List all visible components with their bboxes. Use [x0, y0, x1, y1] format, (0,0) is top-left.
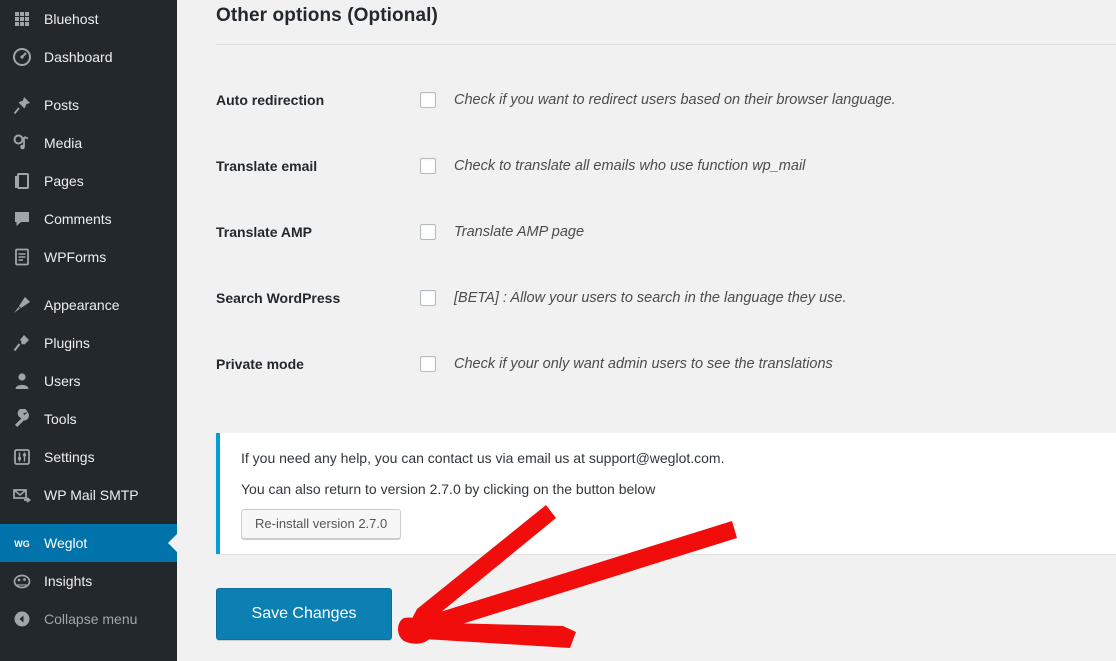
- page-title: Other options (Optional): [216, 5, 438, 26]
- option-row: Auto redirection Check if you want to red…: [177, 67, 1116, 133]
- option-label: Translate email: [216, 158, 318, 174]
- notice-line-1: If you need any help, you can contact us…: [241, 450, 725, 466]
- sliders-icon: [9, 444, 35, 470]
- main-content: Other options (Optional) Auto redirectio…: [177, 0, 1116, 661]
- option-control: Translate AMP page: [420, 224, 584, 240]
- option-control: [BETA] : Allow your users to search in t…: [420, 290, 847, 306]
- sidebar-item-wp-mail-smtp[interactable]: WP Mail SMTP: [0, 476, 177, 514]
- active-item-notch: [168, 533, 177, 553]
- sidebar-item-tools[interactable]: Tools: [0, 400, 177, 438]
- option-row: Translate email Check to translate all em…: [177, 133, 1116, 199]
- sidebar-item-collapse-menu[interactable]: Collapse menu: [0, 600, 177, 638]
- option-label: Private mode: [216, 356, 304, 372]
- sidebar-item-insights[interactable]: Insights: [0, 562, 177, 600]
- help-notice: If you need any help, you can contact us…: [216, 433, 1116, 554]
- mail-send-icon: [9, 482, 35, 508]
- media-icon: [9, 130, 35, 156]
- option-control: Check if you want to redirect users base…: [420, 92, 896, 108]
- sidebar-item-label: Pages: [44, 173, 84, 189]
- option-label: Translate AMP: [216, 224, 312, 240]
- sidebar-separator: [0, 76, 177, 86]
- sidebar-item-label: Appearance: [44, 297, 120, 313]
- svg-text:WG: WG: [14, 539, 30, 549]
- sidebar-item-label: Dashboard: [44, 49, 113, 65]
- pages-icon: [9, 168, 35, 194]
- sidebar-item-settings[interactable]: Settings: [0, 438, 177, 476]
- sidebar-item-posts[interactable]: Posts: [0, 86, 177, 124]
- sidebar-item-label: WPForms: [44, 249, 107, 265]
- wrench-icon: [9, 406, 35, 432]
- option-row: Translate AMP Translate AMP page: [177, 199, 1116, 265]
- grid-icon: [9, 6, 35, 32]
- wordpress-admin-screen: Bluehost Dashboard Posts Media Pages Comments…: [0, 0, 1116, 661]
- plug-icon: [9, 330, 35, 356]
- sidebar-item-comments[interactable]: Comments: [0, 200, 177, 238]
- options-list: Auto redirection Check if you want to red…: [177, 67, 1116, 397]
- user-icon: [9, 368, 35, 394]
- brush-icon: [9, 292, 35, 318]
- sidebar-item-label: Collapse menu: [44, 611, 138, 627]
- option-description: Check if your only want admin users to s…: [454, 356, 833, 372]
- insights-icon: [9, 568, 35, 594]
- option-description: [BETA] : Allow your users to search in t…: [454, 290, 847, 306]
- option-row: Private mode Check if your only want admi…: [177, 331, 1116, 397]
- sidebar-separator: [0, 276, 177, 286]
- option-control: Check to translate all emails who use fu…: [420, 158, 805, 174]
- sidebar-item-label: Weglot: [44, 535, 88, 551]
- option-label: Search WordPress: [216, 290, 341, 306]
- option-checkbox[interactable]: [420, 356, 436, 372]
- sidebar-item-plugins[interactable]: Plugins: [0, 324, 177, 362]
- option-description: Translate AMP page: [454, 224, 585, 240]
- sidebar-item-pages[interactable]: Pages: [0, 162, 177, 200]
- sidebar-separator: [0, 514, 177, 524]
- sidebar-item-label: WP Mail SMTP: [44, 487, 139, 503]
- option-checkbox[interactable]: [420, 290, 436, 306]
- sidebar-item-label: Plugins: [44, 335, 90, 351]
- option-description: Check to translate all emails who use fu…: [454, 158, 806, 174]
- pin-icon: [9, 92, 35, 118]
- sidebar-item-users[interactable]: Users: [0, 362, 177, 400]
- sidebar-item-dashboard[interactable]: Dashboard: [0, 38, 177, 76]
- save-changes-button[interactable]: Save Changes: [216, 588, 392, 640]
- sidebar-item-wpforms[interactable]: WPForms: [0, 238, 177, 276]
- sidebar-item-label: Users: [44, 373, 81, 389]
- sidebar-item-weglot[interactable]: WG Weglot: [0, 524, 177, 562]
- dashboard-icon: [9, 44, 35, 70]
- sidebar-item-bluehost[interactable]: Bluehost: [0, 0, 177, 38]
- sidebar-item-media[interactable]: Media: [0, 124, 177, 162]
- comments-icon: [9, 206, 35, 232]
- option-control: Check if your only want admin users to s…: [420, 356, 833, 372]
- wpforms-icon: [9, 244, 35, 270]
- sidebar-item-label: Comments: [44, 211, 112, 227]
- sidebar-item-label: Insights: [44, 573, 93, 589]
- option-row: Search WordPress [BETA] : Allow your user…: [177, 265, 1116, 331]
- title-divider: [216, 44, 1116, 45]
- weglot-icon: WG: [9, 530, 35, 556]
- collapse-icon: [9, 606, 35, 632]
- option-label: Auto redirection: [216, 92, 325, 108]
- sidebar-item-label: Media: [44, 135, 83, 151]
- admin-sidebar: Bluehost Dashboard Posts Media Pages Comments…: [0, 0, 177, 661]
- option-checkbox[interactable]: [420, 158, 436, 174]
- reinstall-version-button[interactable]: Re-install version 2.7.0: [241, 509, 402, 539]
- option-description: Check if you want to redirect users base…: [454, 92, 896, 108]
- option-checkbox[interactable]: [420, 224, 436, 240]
- sidebar-item-label: Settings: [44, 449, 95, 465]
- sidebar-item-label: Posts: [44, 97, 80, 113]
- sidebar-item-appearance[interactable]: Appearance: [0, 286, 177, 324]
- notice-line-2: You can also return to version 2.7.0 by …: [241, 481, 656, 497]
- sidebar-item-label: Tools: [44, 411, 77, 427]
- sidebar-item-label: Bluehost: [44, 11, 99, 27]
- option-checkbox[interactable]: [420, 92, 436, 108]
